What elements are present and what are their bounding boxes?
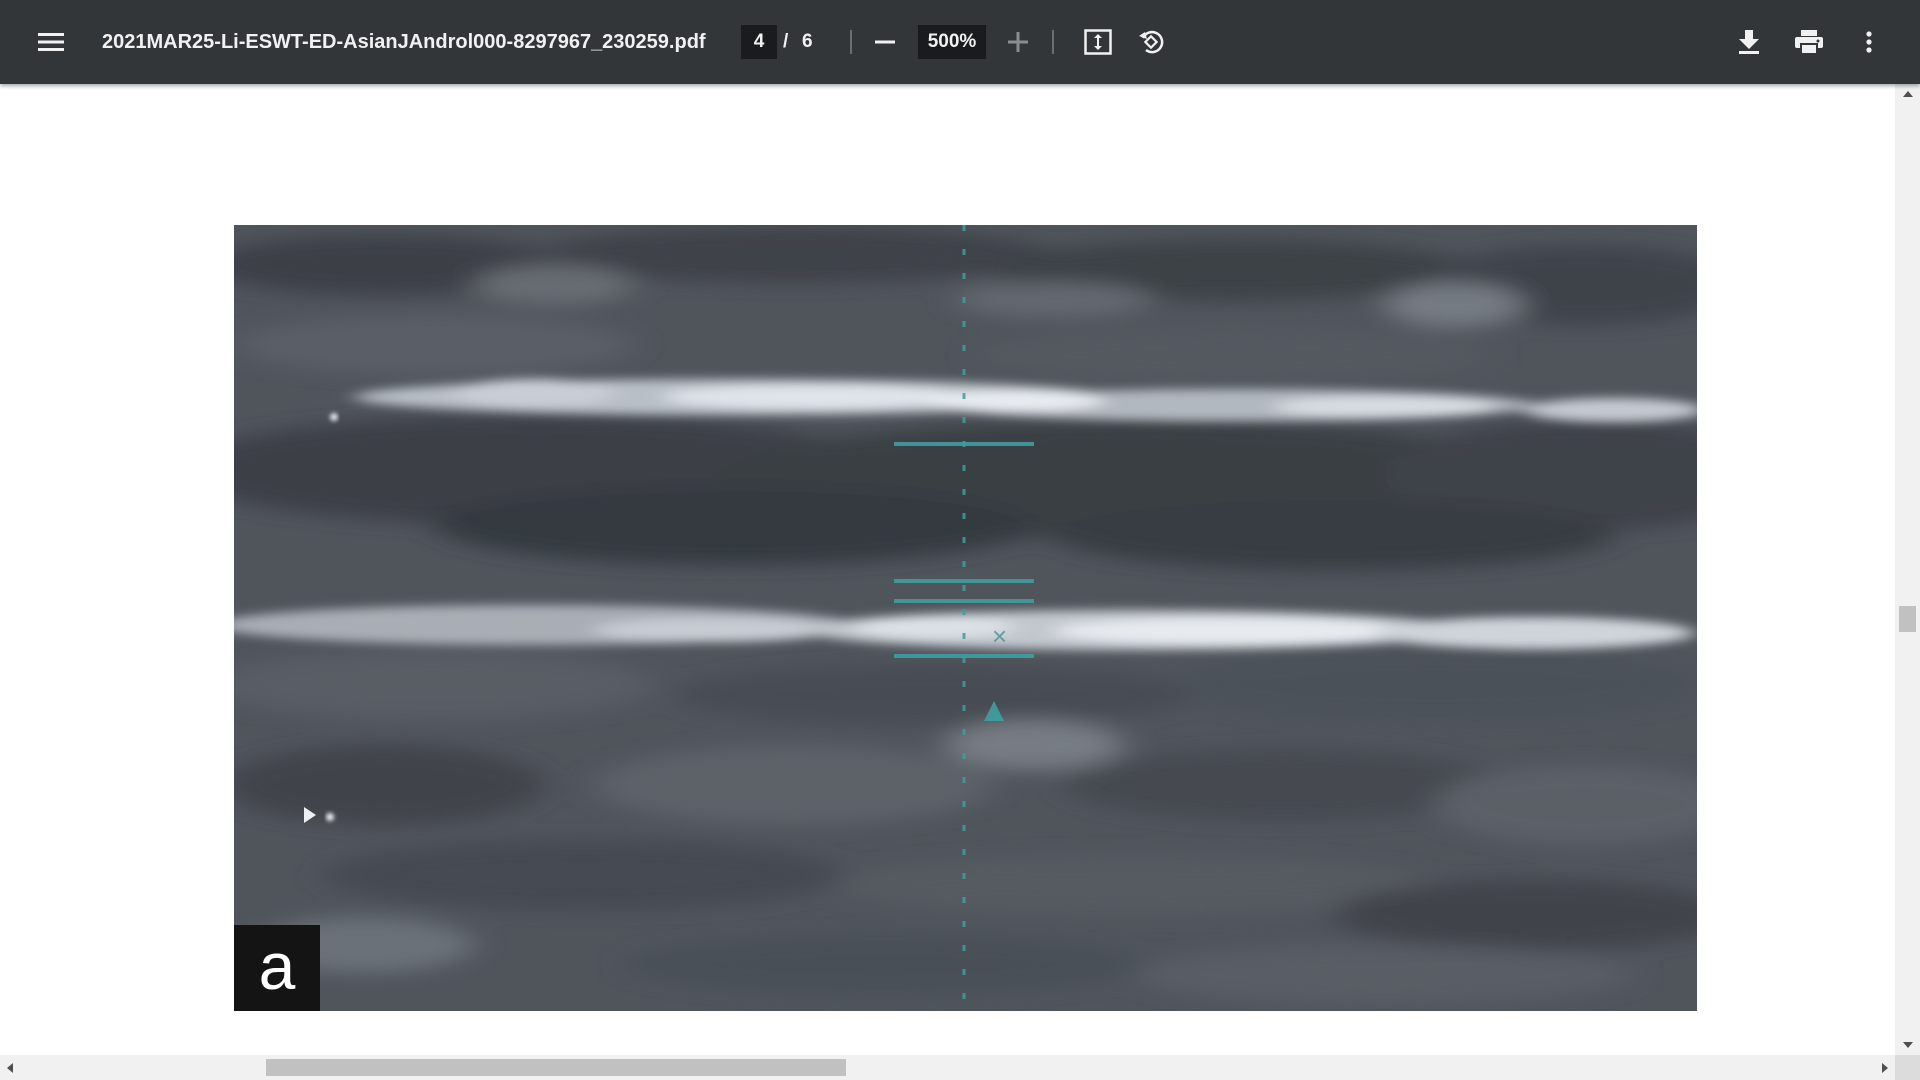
- download-icon: [1738, 30, 1760, 54]
- toolbar-divider: [850, 30, 852, 54]
- print-icon: [1795, 30, 1823, 54]
- toolbar-divider: [1052, 30, 1054, 54]
- rotate-button[interactable]: [1127, 0, 1175, 84]
- scroll-right-arrow[interactable]: [1875, 1055, 1895, 1080]
- zoom-out-button[interactable]: [861, 0, 909, 84]
- file-title: 2021MAR25-Li-ESWT-ED-AsianJAndrol000-829…: [102, 31, 706, 53]
- menu-button[interactable]: [27, 0, 75, 84]
- plus-icon: [1008, 32, 1028, 52]
- zoom-input[interactable]: [918, 25, 986, 59]
- fit-to-page-icon: [1084, 29, 1112, 55]
- menu-icon: [38, 32, 64, 52]
- vertical-scroll-thumb[interactable]: [1899, 606, 1916, 632]
- rotate-counterclockwise-icon: [1137, 28, 1165, 56]
- page-separator: /: [783, 31, 789, 52]
- pdf-toolbar: 2021MAR25-Li-ESWT-ED-AsianJAndrol000-829…: [0, 0, 1920, 84]
- svg-text:×: ×: [992, 621, 1007, 651]
- minus-icon: [875, 40, 895, 44]
- download-button[interactable]: [1725, 0, 1773, 84]
- scrollbar-corner: [1895, 1055, 1920, 1080]
- vertical-scrollbar[interactable]: [1895, 84, 1920, 1055]
- scroll-down-arrow[interactable]: [1895, 1035, 1920, 1055]
- document-viewport[interactable]: × a: [0, 84, 1895, 1055]
- figure-panel-label: a: [234, 925, 320, 1011]
- ultrasound-figure: × a: [234, 225, 1697, 1011]
- more-actions-button[interactable]: [1845, 0, 1893, 84]
- zoom-in-button[interactable]: [994, 0, 1042, 84]
- ultrasound-image: ×: [234, 225, 1697, 1011]
- more-vert-icon: [1866, 31, 1872, 53]
- page-number-input[interactable]: [741, 25, 777, 59]
- horizontal-scrollbar[interactable]: [0, 1055, 1895, 1080]
- print-button[interactable]: [1785, 0, 1833, 84]
- total-pages: 6: [802, 31, 813, 52]
- fit-to-page-button[interactable]: [1074, 0, 1122, 84]
- scroll-left-arrow[interactable]: [0, 1055, 20, 1080]
- horizontal-scroll-thumb[interactable]: [266, 1059, 846, 1076]
- scroll-up-arrow[interactable]: [1895, 84, 1920, 104]
